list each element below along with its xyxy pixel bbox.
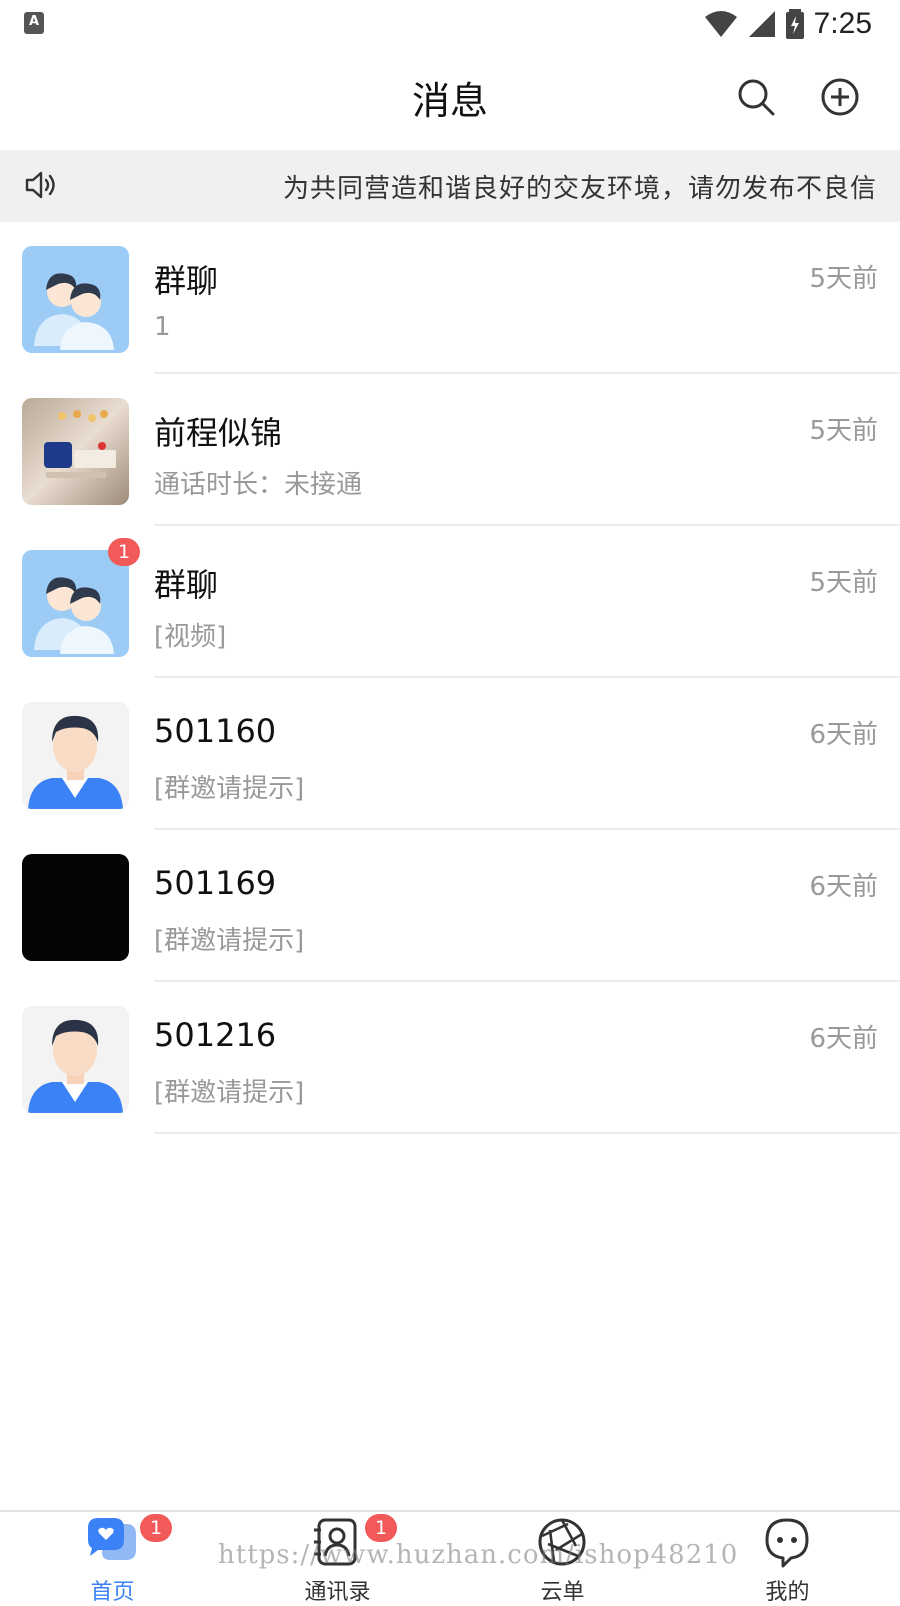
- conversation-time: 5天前: [809, 568, 878, 598]
- conversation-name: 501169: [154, 864, 277, 902]
- conversation-time: 5天前: [809, 264, 878, 294]
- conversation-time: 6天前: [809, 872, 878, 902]
- app-notification-icon: A: [24, 12, 44, 34]
- tab-badge: 1: [365, 1514, 397, 1542]
- notice-bar[interactable]: 为共同营造和谐良好的交友环境，请勿发布不良信: [0, 150, 900, 222]
- tab-label: 我的: [765, 1580, 810, 1605]
- conversation-name: 群聊: [154, 566, 219, 604]
- conversation-last-message: [群邀请提示]: [154, 774, 305, 804]
- conversation-name: 501160: [154, 712, 277, 750]
- conversation-item[interactable]: 501160 [群邀请提示] 6天前: [0, 678, 900, 830]
- group-avatar: [22, 550, 129, 657]
- conversation-last-message: 通话时长：未接通: [154, 470, 363, 500]
- profile-chat-icon: [765, 1518, 809, 1568]
- wifi-icon: [704, 11, 737, 37]
- tab-label: 通讯录: [304, 1580, 371, 1605]
- conversation-name: 前程似锦: [154, 414, 283, 452]
- status-bar: A 7:25: [0, 0, 900, 48]
- conversation-item[interactable]: 群聊 1 5天前: [0, 222, 900, 374]
- conversation-item[interactable]: 501169 [群邀请提示] 6天前: [0, 830, 900, 982]
- status-icons: 7:25: [704, 6, 872, 42]
- conversation-name: 群聊: [154, 262, 219, 300]
- signal-icon: [748, 11, 775, 37]
- conversation-item[interactable]: 1 群聊 [视频] 5天前: [0, 526, 900, 678]
- conversation-last-message: [群邀请提示]: [154, 926, 305, 956]
- home-chat-icon: [88, 1518, 136, 1560]
- clock: 7:25: [813, 7, 872, 40]
- conversation-time: 6天前: [809, 720, 878, 750]
- conversation-time: 6天前: [809, 1024, 878, 1054]
- black-avatar: [22, 854, 129, 961]
- conversation-last-message: 1: [154, 312, 171, 342]
- man-avatar: [22, 702, 129, 809]
- conversation-time: 5天前: [809, 416, 878, 446]
- conversation-item[interactable]: 501216 [群邀请提示] 6天前: [0, 982, 900, 1134]
- conversation-last-message: [群邀请提示]: [154, 1078, 305, 1108]
- plus-circle-icon[interactable]: [819, 76, 861, 118]
- speaker-icon: [25, 171, 55, 199]
- tab-home[interactable]: 1 首页: [0, 1512, 225, 1605]
- watermark-text: https://www.huzhan.com/ishop48210: [218, 1540, 739, 1570]
- conversation-item[interactable]: 前程似锦 通话时长：未接通 5天前: [0, 374, 900, 526]
- app-header: 消息: [0, 48, 900, 148]
- divider: [154, 1132, 900, 1134]
- group-avatar: [22, 246, 129, 353]
- battery-icon: [785, 9, 804, 39]
- tab-badge: 1: [140, 1514, 172, 1542]
- conversation-list: 群聊 1 5天前 前程似锦 通话时长：未接通 5天前 1 群聊 [视频] 5天前…: [0, 222, 900, 1134]
- conversation-last-message: [视频]: [154, 622, 227, 652]
- unread-badge: 1: [108, 538, 140, 566]
- tab-label: 首页: [90, 1580, 135, 1605]
- search-icon[interactable]: [735, 76, 777, 118]
- tab-label: 云单: [540, 1580, 585, 1605]
- conversation-name: 501216: [154, 1016, 277, 1054]
- notice-text: 为共同营造和谐良好的交友环境，请勿发布不良信: [283, 174, 878, 204]
- photo-avatar: [22, 398, 129, 505]
- man-avatar: [22, 1006, 129, 1113]
